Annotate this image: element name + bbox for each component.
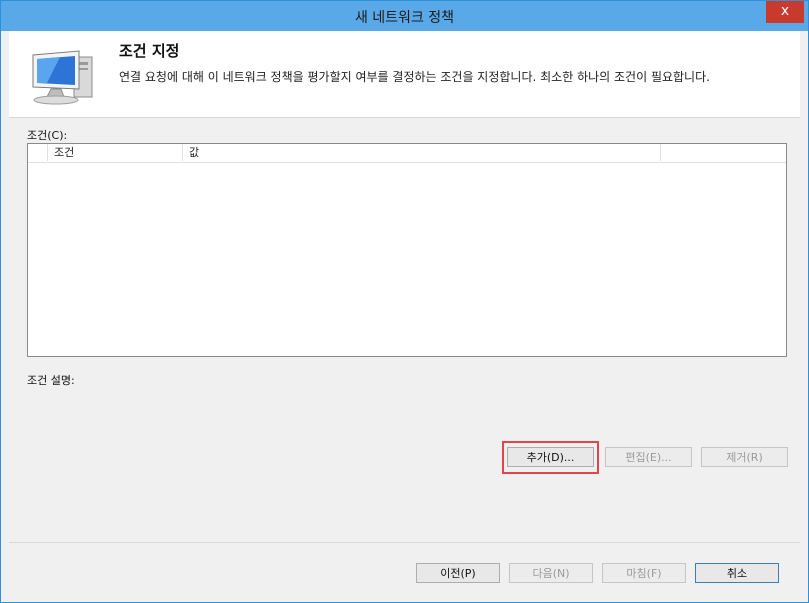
section-title: 조건 지정 [119,42,180,60]
conditions-list-header: 조건 값 [28,144,786,163]
window-title: 새 네트워크 정책 [354,10,455,26]
title-bar[interactable]: 새 네트워크 정책 x [1,1,808,31]
footer-divider [9,542,800,543]
column-header-condition[interactable]: 조건 [48,144,183,161]
previous-button[interactable]: 이전(P) [416,563,500,583]
add-condition-button[interactable]: 추가(D)... [507,447,594,467]
finish-button[interactable]: 마침(F) [602,563,686,583]
conditions-list[interactable]: 조건 값 [27,143,787,357]
condition-description-label: 조건 설명: [27,374,75,387]
cancel-button[interactable]: 취소 [695,563,779,583]
remove-condition-button[interactable]: 제거(R) [701,447,788,467]
column-header-value[interactable]: 값 [183,144,661,161]
new-network-policy-dialog: 새 네트워크 정책 x 조건 지정 연결 요청에 대해 이 네트워크 정책을 평… [0,0,809,603]
wizard-header: 조건 지정 연결 요청에 대해 이 네트워크 정책을 평가할지 여부를 결정하는… [9,31,800,118]
next-button[interactable]: 다음(N) [509,563,593,583]
checkbox-column-header[interactable] [28,144,48,161]
conditions-label: 조건(C): [27,129,68,142]
close-button[interactable]: x [766,1,804,23]
computer-network-icon [32,50,93,105]
section-description: 연결 요청에 대해 이 네트워크 정책을 평가할지 여부를 결정하는 조건을 지… [119,70,710,84]
edit-condition-button[interactable]: 편집(E)... [605,447,692,467]
